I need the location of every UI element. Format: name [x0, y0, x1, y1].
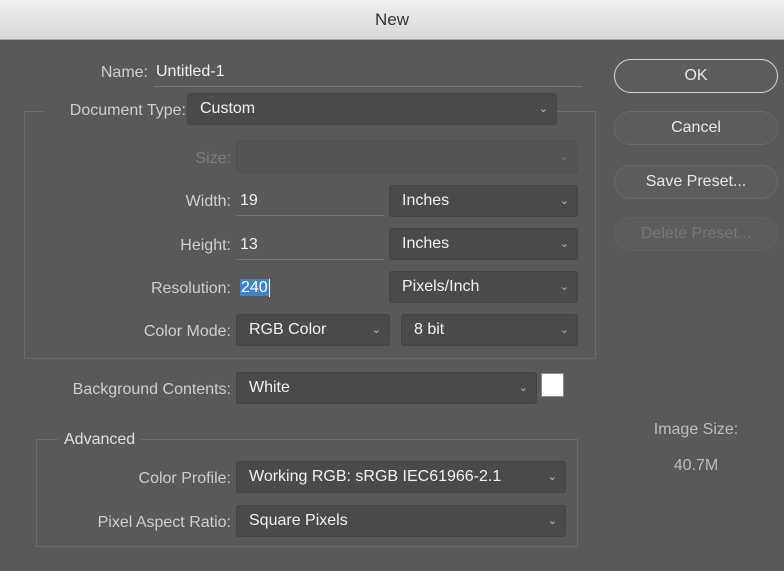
new-document-dialog: Name: Untitled-1 Document Type: Custom ⌄… — [0, 40, 784, 571]
document-type-select[interactable]: Custom ⌄ — [187, 93, 557, 125]
color-mode-label: Color Mode: — [143, 323, 231, 340]
chevron-down-icon: ⌄ — [559, 195, 569, 207]
advanced-title: Advanced — [58, 431, 142, 449]
color-profile-value: Working RGB: sRGB IEC61966-2.1 — [249, 468, 502, 485]
height-value: 13 — [240, 236, 258, 253]
name-input[interactable]: Untitled-1 — [154, 57, 582, 87]
pixel-aspect-ratio-value: Square Pixels — [249, 512, 348, 529]
chevron-down-icon: ⌄ — [518, 382, 528, 394]
resolution-unit-select[interactable]: Pixels/Inch ⌄ — [389, 271, 578, 303]
pixel-aspect-ratio-select[interactable]: Square Pixels ⌄ — [236, 505, 566, 537]
color-mode-value: RGB Color — [249, 321, 327, 338]
size-label: Size: — [195, 150, 231, 167]
chevron-down-icon: ⌄ — [559, 151, 569, 163]
width-unit-value: Inches — [402, 192, 450, 209]
width-value: 19 — [240, 192, 258, 209]
chevron-down-icon: ⌄ — [547, 471, 557, 483]
chevron-down-icon: ⌄ — [547, 515, 557, 527]
height-input[interactable]: 13 — [236, 230, 384, 260]
chevron-down-icon: ⌄ — [538, 103, 548, 115]
cancel-button[interactable]: Cancel — [614, 111, 778, 145]
name-label: Name: — [100, 64, 148, 81]
color-profile-select[interactable]: Working RGB: sRGB IEC61966-2.1 ⌄ — [236, 461, 566, 493]
name-value: Untitled-1 — [156, 63, 225, 80]
width-unit-select[interactable]: Inches ⌄ — [389, 185, 578, 217]
background-contents-value: White — [249, 379, 290, 396]
chevron-down-icon: ⌄ — [559, 238, 569, 250]
bit-depth-value: 8 bit — [414, 321, 445, 338]
resolution-label: Resolution: — [150, 280, 231, 297]
bit-depth-select[interactable]: 8 bit ⌄ — [401, 314, 578, 346]
height-unit-select[interactable]: Inches ⌄ — [389, 228, 578, 260]
window-title: New — [374, 10, 409, 29]
save-preset-button[interactable]: Save Preset... — [614, 165, 778, 199]
document-type-label: Document Type: — [44, 102, 190, 120]
background-color-swatch[interactable] — [541, 373, 564, 397]
size-select[interactable]: ⌄ — [236, 141, 578, 173]
delete-preset-button[interactable]: Delete Preset... — [614, 217, 778, 251]
background-contents-label: Background Contents: — [72, 381, 231, 398]
color-mode-select[interactable]: RGB Color ⌄ — [236, 314, 390, 346]
resolution-unit-value: Pixels/Inch — [402, 278, 480, 295]
chevron-down-icon: ⌄ — [559, 324, 569, 336]
resolution-value: 240 — [240, 279, 269, 296]
resolution-input[interactable]: 240 — [236, 273, 384, 303]
image-size-label: Image Size: — [653, 421, 739, 438]
background-contents-select[interactable]: White ⌄ — [236, 372, 537, 404]
height-label: Height: — [180, 237, 231, 254]
window-title-bar: New — [0, 0, 784, 40]
text-caret — [268, 278, 270, 297]
image-size-value: 40.7M — [673, 457, 719, 474]
chevron-down-icon: ⌄ — [559, 281, 569, 293]
pixel-aspect-ratio-label: Pixel Aspect Ratio: — [97, 514, 231, 531]
ok-button[interactable]: OK — [614, 59, 778, 93]
document-type-value: Custom — [200, 100, 256, 117]
height-unit-value: Inches — [402, 235, 450, 252]
chevron-down-icon: ⌄ — [371, 324, 381, 336]
color-profile-label: Color Profile: — [138, 470, 231, 487]
width-input[interactable]: 19 — [236, 186, 384, 216]
width-label: Width: — [185, 193, 231, 210]
